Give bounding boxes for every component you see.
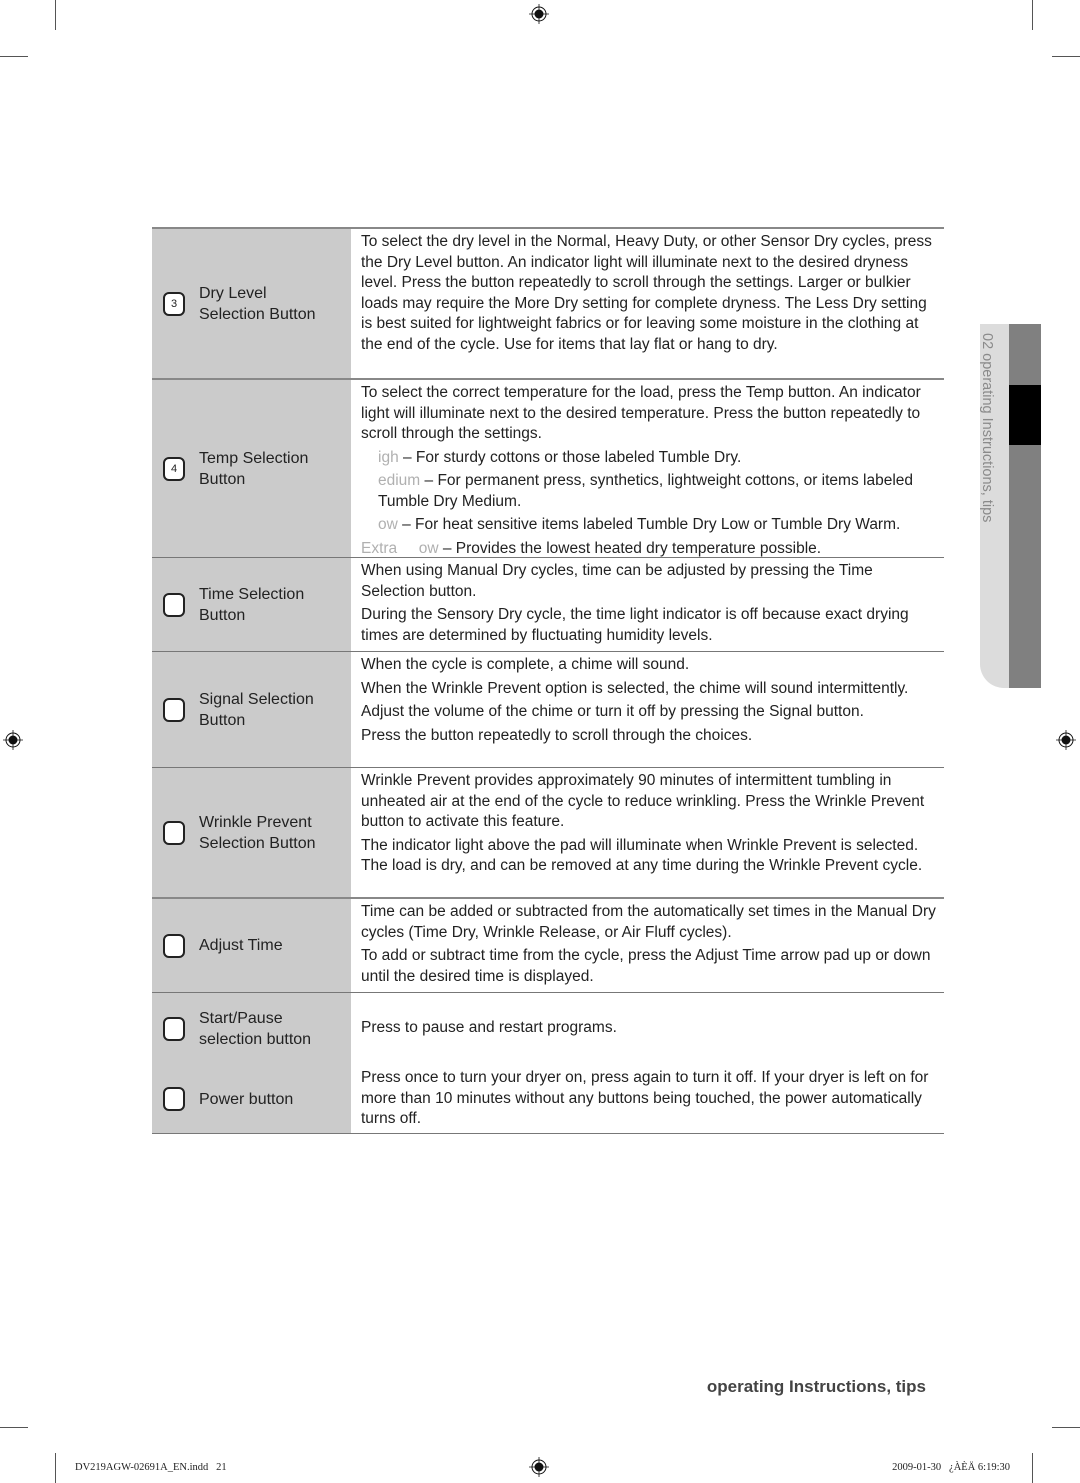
button-number-badge: 4	[163, 456, 185, 481]
description-paragraph: The indicator light above the pad will i…	[361, 836, 923, 875]
button-number-badge: 3	[163, 291, 185, 316]
feature-description: When using Manual Dry cycles, time can b…	[351, 558, 944, 651]
feature-name: Start/Pause selection button	[199, 1010, 312, 1048]
description-paragraph: When the Wrinkle Prevent option is selec…	[361, 679, 909, 697]
setting-name: igh	[378, 448, 399, 466]
print-slug-timestamp: 2009-01-30 ¿ÀÈÄ 6:19:30	[892, 1462, 1010, 1473]
table-row: Wrinkle Prevent Selection Button Wrinkle…	[152, 768, 944, 899]
temp-setting-medium: edium – For permanent press, synthetics,…	[361, 471, 936, 512]
temp-setting-low: ow – For heat sensitive items labeled Tu…	[361, 515, 936, 536]
table-row: 3 Dry Level Selection Button To select t…	[152, 229, 944, 380]
description-paragraph: Press once to turn your dryer on, press …	[361, 1069, 929, 1127]
button-icon	[163, 933, 185, 958]
button-icon	[163, 1087, 185, 1111]
button-icon	[163, 697, 185, 722]
button-icon	[163, 592, 185, 617]
feature-description: To select the correct temperature for th…	[351, 380, 944, 557]
description-paragraph: When using Manual Dry cycles, time can b…	[361, 562, 873, 600]
setting-name: Extra ow	[361, 539, 439, 557]
feature-name: Power button	[199, 1090, 294, 1108]
feature-label-cell: Power button	[152, 1065, 351, 1133]
button-icon	[163, 820, 185, 845]
setting-name: ow	[378, 516, 398, 533]
feature-description: Wrinkle Prevent provides approximately 9…	[351, 768, 944, 897]
feature-name: Signal Selection Button	[199, 690, 314, 729]
table-row: Adjust Time Time can be added or subtrac…	[152, 899, 944, 993]
feature-label-cell: Adjust Time	[152, 899, 351, 992]
description-paragraph: To select the dry level in the Normal, H…	[361, 233, 932, 353]
chapter-tab-label: 02 operating Instructions, tips	[979, 333, 995, 523]
feature-label-cell: 3 Dry Level Selection Button	[152, 229, 351, 378]
description-paragraph: During the Sensory Dry cycle, the time l…	[361, 606, 909, 644]
table-row: 4 Temp Selection Button To select the co…	[152, 380, 944, 558]
chapter-index-active	[1009, 385, 1041, 445]
control-panel-feature-table: 3 Dry Level Selection Button To select t…	[152, 227, 944, 1134]
feature-description: Press once to turn your dryer on, press …	[351, 1065, 944, 1133]
feature-label-cell: Time Selection Button	[152, 558, 351, 651]
table-row: Time Selection Button When using Manual …	[152, 558, 944, 652]
feature-description: Press to pause and restart programs.	[351, 993, 944, 1065]
feature-name: Adjust Time	[199, 937, 283, 954]
section-footer-title: operating Instructions, tips	[706, 1377, 926, 1396]
print-slug-file: DV219AGW-02691A_EN.indd 21	[75, 1462, 227, 1473]
setting-name: edium	[378, 472, 421, 489]
crop-mark-top-left-vertical	[55, 0, 56, 30]
crop-mark-top-right-vertical	[1032, 0, 1033, 30]
description-paragraph: Wrinkle Prevent provides approximately 9…	[361, 772, 925, 830]
description-paragraph: Press to pause and restart programs.	[361, 1019, 617, 1037]
crop-mark-bottom-left-vertical	[55, 1453, 56, 1483]
table-row: Power button Press once to turn your dry…	[152, 1065, 944, 1134]
description-paragraph: To select the correct temperature for th…	[361, 384, 921, 442]
chapter-index-bar	[1009, 324, 1041, 688]
feature-label-cell: 4 Temp Selection Button	[152, 380, 351, 557]
button-icon	[163, 1017, 185, 1041]
table-row: Start/Pause selection button Press to pa…	[152, 993, 944, 1065]
table-row: Signal Selection Button When the cycle i…	[152, 652, 944, 768]
registration-mark-icon	[529, 1457, 549, 1477]
feature-name: Dry Level Selection Button	[199, 284, 316, 323]
crop-mark-top-left-horizontal	[0, 56, 28, 57]
crop-mark-bottom-right-horizontal	[1052, 1427, 1080, 1428]
feature-label-cell: Start/Pause selection button	[152, 993, 351, 1065]
crop-mark-bottom-right-vertical	[1032, 1453, 1033, 1483]
feature-name: Time Selection Button	[199, 585, 305, 624]
registration-mark-icon	[3, 730, 23, 750]
feature-description: To select the dry level in the Normal, H…	[351, 229, 944, 378]
feature-name: Temp Selection Button	[199, 449, 309, 488]
registration-mark-icon	[1056, 730, 1076, 750]
crop-mark-top-right-horizontal	[1052, 56, 1080, 57]
setting-text: – Provides the lowest heated dry tempera…	[438, 539, 822, 557]
description-paragraph: To add or subtract time from the cycle, …	[361, 947, 931, 985]
feature-description: Time can be added or subtracted from the…	[351, 899, 944, 992]
description-paragraph: When the cycle is complete, a chime will…	[361, 656, 690, 673]
description-paragraph: Time can be added or subtracted from the…	[361, 903, 936, 941]
temp-setting-extra-low: Extra ow – Provides the lowest heated dr…	[361, 539, 936, 560]
temp-setting-high: igh – For sturdy cottons or those labele…	[361, 448, 936, 469]
setting-text: – For sturdy cottons or those labeled Tu…	[398, 448, 742, 466]
registration-mark-icon	[529, 4, 549, 24]
crop-mark-bottom-left-horizontal	[0, 1427, 28, 1428]
feature-label-cell: Wrinkle Prevent Selection Button	[152, 768, 351, 897]
description-paragraph: Press the button repeatedly to scroll th…	[361, 726, 753, 744]
feature-name: Wrinkle Prevent Selection Button	[199, 813, 316, 852]
description-paragraph: Adjust the volume of the chime or turn i…	[361, 703, 864, 720]
setting-text: – For heat sensitive items labeled Tumbl…	[397, 516, 901, 533]
feature-description: When the cycle is complete, a chime will…	[351, 652, 944, 767]
setting-text: – For permanent press, synthetics, light…	[378, 472, 914, 510]
feature-label-cell: Signal Selection Button	[152, 652, 351, 767]
